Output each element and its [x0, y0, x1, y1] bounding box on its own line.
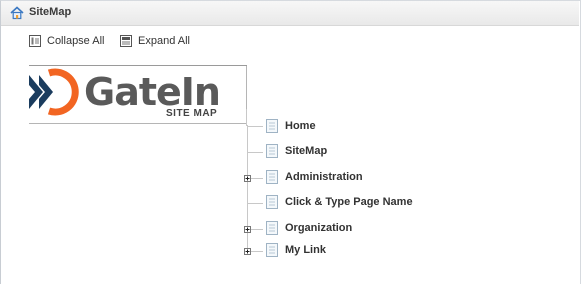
tree-branch — [247, 203, 263, 204]
logo-subtitle: SITE MAP — [166, 108, 218, 119]
tree-node-label[interactable]: SiteMap — [285, 145, 327, 157]
tree-node-my-link[interactable]: My Link — [266, 242, 326, 258]
tree-node-click-type-page-name[interactable]: Click & Type Page Name — [266, 194, 413, 210]
logo-top-border — [29, 65, 247, 66]
expand-toggle-icon[interactable] — [244, 175, 251, 182]
page-icon — [266, 243, 278, 257]
tree-node-label[interactable]: Home — [285, 120, 316, 132]
tree-connector-top — [246, 109, 247, 126]
page-icon — [266, 119, 278, 133]
portlet-titlebar: SiteMap — [1, 1, 579, 26]
gatein-logo-mark-icon — [29, 68, 79, 116]
collapse-all-button[interactable]: Collapse All — [29, 33, 104, 49]
tree-node-label[interactable]: Organization — [285, 222, 352, 234]
expand-toggle-icon[interactable] — [244, 248, 251, 255]
tree-node-label[interactable]: My Link — [285, 244, 326, 256]
home-icon — [10, 6, 24, 20]
gatein-logo: GateIn SITE MAP — [29, 65, 247, 124]
tree-node-administration[interactable]: Administration — [266, 169, 363, 185]
tree-node-label[interactable]: Click & Type Page Name — [285, 196, 413, 208]
expand-toggle-icon[interactable] — [244, 226, 251, 233]
expand-all-button[interactable]: Expand All — [120, 33, 190, 49]
tree-node-sitemap[interactable]: SiteMap — [266, 143, 327, 159]
tree-branch — [251, 251, 263, 252]
page-icon — [266, 195, 278, 209]
tree-branch — [251, 178, 263, 179]
page-icon — [266, 170, 278, 184]
page-icon — [266, 144, 278, 158]
tree-node-home[interactable]: Home — [266, 118, 316, 134]
tree-node-label[interactable]: Administration — [285, 171, 363, 183]
expand-all-label: Expand All — [138, 35, 190, 47]
tree-branch — [247, 126, 263, 127]
portlet-title: SiteMap — [29, 6, 72, 18]
tree-branch — [251, 229, 263, 230]
collapse-all-label: Collapse All — [47, 35, 105, 47]
expand-icon — [120, 35, 132, 47]
tree-branch — [247, 152, 263, 153]
collapse-icon — [29, 35, 41, 47]
page-icon — [266, 221, 278, 235]
tree-node-organization[interactable]: Organization — [266, 220, 352, 236]
